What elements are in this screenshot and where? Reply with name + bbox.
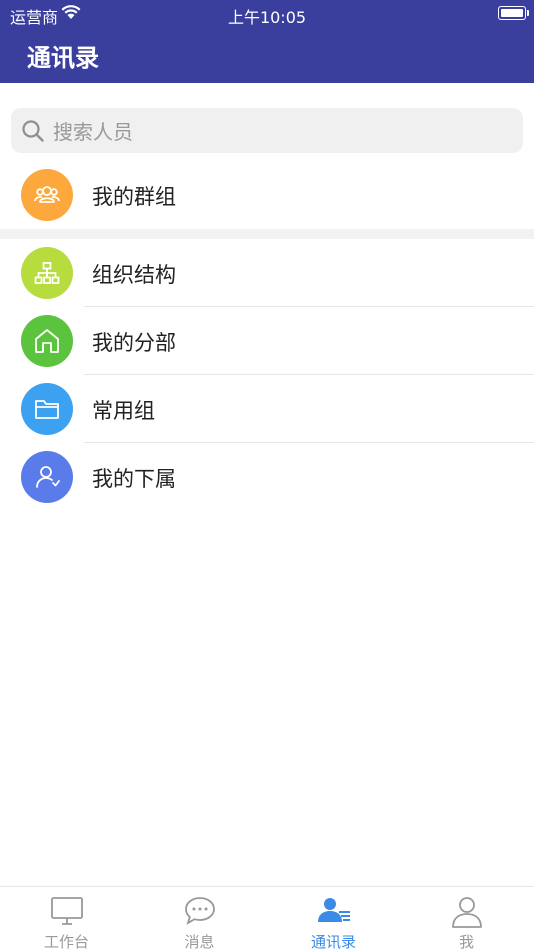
list-item-my-branch[interactable]: 我的分部 <box>0 307 534 375</box>
list-item-label: 我的分部 <box>92 331 176 355</box>
org-chart-icon <box>21 247 73 299</box>
page-title: 通讯录 <box>27 44 99 72</box>
person-icon <box>451 897 482 928</box>
group-icon <box>21 169 73 221</box>
folder-icon <box>21 383 73 435</box>
list-item-label: 我的群组 <box>92 185 176 209</box>
search-bar[interactable] <box>11 108 523 155</box>
list-item-label: 我的下属 <box>92 467 176 491</box>
search-icon <box>22 120 44 142</box>
tab-contacts[interactable]: 通讯录 <box>267 887 400 951</box>
tab-label: 通讯录 <box>310 933 356 951</box>
list-item-org-structure[interactable]: 组织结构 <box>0 239 534 307</box>
tab-workbench[interactable]: 工作台 <box>0 887 133 951</box>
monitor-icon <box>50 897 83 925</box>
tab-label: 工作台 <box>43 933 89 951</box>
status-bar: 运营商 上午10:05 <box>0 0 534 28</box>
tab-label: 我 <box>458 933 474 951</box>
list-item-my-subordinates[interactable]: 我的下属 <box>0 443 534 511</box>
subordinate-icon <box>21 451 73 503</box>
chat-bubble-icon <box>184 897 215 925</box>
list-item-my-groups[interactable]: 我的群组 <box>0 161 534 229</box>
home-icon <box>21 315 73 367</box>
battery-icon <box>498 6 529 20</box>
list-item-label: 常用组 <box>92 399 155 423</box>
list-item-common-groups[interactable]: 常用组 <box>0 375 534 443</box>
tab-messages[interactable]: 消息 <box>133 887 266 951</box>
tab-me[interactable]: 我 <box>400 887 533 951</box>
tab-label: 消息 <box>184 933 215 951</box>
contacts-icon <box>317 898 350 922</box>
search-input[interactable] <box>51 108 515 155</box>
tab-bar: 工作台 消息 通讯录 我 <box>0 886 534 951</box>
clock: 上午10:05 <box>227 8 307 27</box>
header: 运营商 上午10:05 通讯录 <box>0 0 534 83</box>
section-divider <box>0 229 534 239</box>
list-item-label: 组织结构 <box>92 263 176 287</box>
